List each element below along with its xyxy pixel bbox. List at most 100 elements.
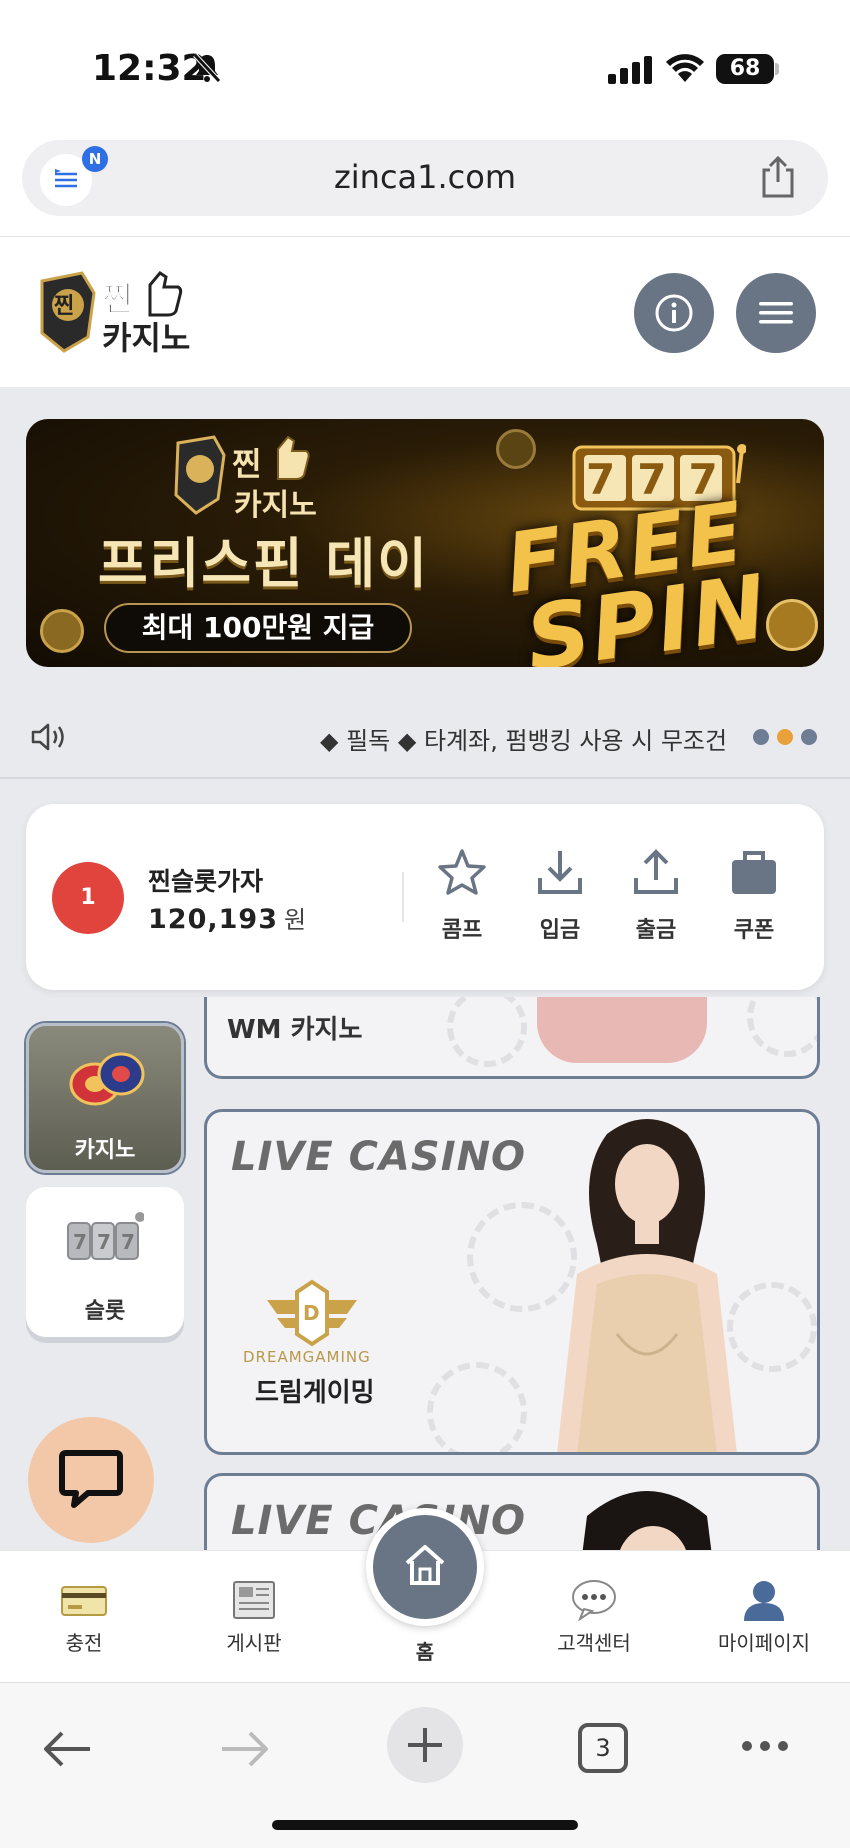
svg-text:찐: 찐	[54, 294, 74, 319]
pager-dot-active[interactable]	[777, 729, 793, 745]
chat-button[interactable]	[28, 1417, 154, 1543]
game-card-live[interactable]: LIVE CASINO	[204, 1473, 820, 1550]
plus-icon	[408, 1728, 442, 1762]
speech-bubble-icon	[572, 1580, 616, 1621]
battery-icon: 68	[716, 54, 774, 84]
svg-text:7: 7	[121, 1230, 135, 1254]
user-balance: 120,193 원	[148, 900, 307, 935]
gold-coin-decoration	[766, 599, 818, 651]
svg-text:카지노: 카지노	[102, 319, 190, 357]
share-icon[interactable]	[760, 156, 796, 198]
home-button[interactable]	[366, 1508, 484, 1626]
banner-subtitle: 최대 100만원 지급	[104, 603, 412, 653]
nav-support[interactable]: 고객센터	[524, 1579, 664, 1656]
gold-coin-decoration	[40, 609, 84, 653]
nav-mypage-label: 마이페이지	[718, 1631, 810, 1655]
game-title: LIVE CASINO	[231, 1134, 527, 1180]
svg-text:찐: 찐	[232, 445, 261, 483]
main-content: 찐 카지노 프리스핀 데이 최대 100만원 지급 777 FREE SPIN …	[0, 387, 850, 1550]
user-name: 찐슬롯가자	[148, 867, 264, 896]
home-icon	[405, 1545, 445, 1585]
svg-text:7: 7	[73, 1230, 87, 1254]
svg-text:카지노: 카지노	[234, 488, 317, 523]
pager-dot[interactable]	[753, 729, 769, 745]
model-image	[557, 1119, 737, 1452]
chat-icon	[59, 1450, 123, 1508]
category-casino-label: 카지노	[74, 1138, 136, 1163]
svg-text:7: 7	[97, 1230, 111, 1254]
game-card-dreamgaming[interactable]: LIVE CASINO D DREAMGAMING 드림게이밍	[204, 1109, 820, 1455]
hamburger-menu-button[interactable]	[736, 273, 816, 353]
url-text[interactable]: zinca1.com	[22, 158, 828, 196]
promo-banner[interactable]: 찐 카지노 프리스핀 데이 최대 100만원 지급 777 FREE SPIN	[26, 419, 824, 667]
chip-decoration	[447, 997, 527, 1067]
withdraw-label: 출금	[635, 918, 677, 943]
svg-text:찐: 찐	[102, 280, 133, 320]
divider	[0, 777, 850, 779]
newspaper-icon	[233, 1581, 275, 1619]
coupon-button[interactable]: 쿠폰	[714, 848, 794, 948]
user-card: 1 찐슬롯가자 120,193 원 콤프 입금 출금 쿠폰	[26, 804, 824, 990]
game-card-wm[interactable]: WM 카지노	[204, 997, 820, 1079]
balance-currency: 원	[283, 906, 308, 934]
back-arrow-icon[interactable]	[40, 1729, 94, 1769]
model-image	[582, 1491, 712, 1550]
nav-mypage[interactable]: 마이페이지	[694, 1579, 834, 1656]
speaker-icon	[31, 723, 64, 751]
notice-ticker[interactable]: ◆ 필독 ◆ 타계좌, 펌뱅킹 사용 시 무조건	[0, 707, 850, 767]
tabs-button[interactable]: 3	[578, 1723, 628, 1773]
user-icon	[744, 1581, 784, 1621]
new-tab-button[interactable]	[387, 1707, 463, 1783]
nav-board[interactable]: 게시판	[184, 1579, 324, 1656]
chip-decoration	[427, 1362, 527, 1452]
category-slot[interactable]: 7 7 7 슬롯	[26, 1187, 184, 1337]
gold-coin-decoration	[496, 429, 536, 469]
more-icon[interactable]	[740, 1739, 790, 1753]
banner-title: 프리스핀 데이	[98, 532, 429, 595]
brand-text: DREAMGAMING	[243, 1348, 371, 1366]
chip-decoration	[747, 997, 817, 1057]
divider	[402, 872, 404, 922]
game-title: WM 카지노	[227, 1015, 363, 1045]
nav-charge[interactable]: 충전	[14, 1579, 154, 1656]
game-name: 드림게이밍	[255, 1378, 375, 1408]
home-label: 홈	[415, 1640, 435, 1664]
coupon-label: 쿠폰	[733, 918, 775, 943]
nav-support-label: 고객센터	[557, 1631, 631, 1655]
nav-charge-label: 충전	[65, 1631, 103, 1655]
balance-amount: 120,193	[148, 904, 278, 935]
banner-logo: 찐 카지노	[174, 435, 317, 523]
upload-icon	[634, 849, 678, 894]
download-icon	[538, 851, 582, 894]
briefcase-icon	[732, 851, 776, 894]
withdraw-button[interactable]: 출금	[616, 848, 696, 948]
deposit-label: 입금	[539, 918, 581, 943]
forward-arrow-icon[interactable]	[218, 1729, 272, 1769]
site-logo[interactable]: 찐 찐 카지노	[32, 267, 210, 357]
slot-reels-icon: 7 7 7	[67, 1212, 144, 1260]
bell-off-icon	[193, 53, 221, 83]
home-indicator	[272, 1820, 578, 1830]
pager-dot[interactable]	[801, 729, 817, 745]
category-casino[interactable]: 카지노	[26, 1023, 184, 1173]
star-icon	[438, 849, 486, 895]
model-image	[537, 997, 707, 1063]
level-badge: 1	[52, 862, 124, 934]
battery-tip	[775, 63, 779, 75]
info-icon	[655, 294, 693, 332]
category-slot-label: 슬롯	[84, 1299, 126, 1324]
svg-text:D: D	[303, 1301, 320, 1325]
credit-card-icon	[61, 1586, 107, 1616]
status-time: 12:32	[92, 48, 207, 89]
wifi-icon	[666, 54, 704, 82]
cellular-signal-icon	[608, 56, 652, 84]
site-header: 찐 찐 카지노	[0, 237, 850, 387]
comp-button[interactable]: 콤프	[422, 848, 502, 948]
comp-label: 콤프	[441, 918, 483, 943]
deposit-button[interactable]: 입금	[520, 848, 600, 948]
notice-text: ◆ 필독 ◆ 타계좌, 펌뱅킹 사용 시 무조건	[320, 727, 728, 755]
address-bar[interactable]: N zinca1.com	[22, 140, 828, 216]
info-button[interactable]	[634, 273, 714, 353]
nav-board-label: 게시판	[226, 1631, 282, 1655]
hamburger-icon	[759, 302, 793, 324]
